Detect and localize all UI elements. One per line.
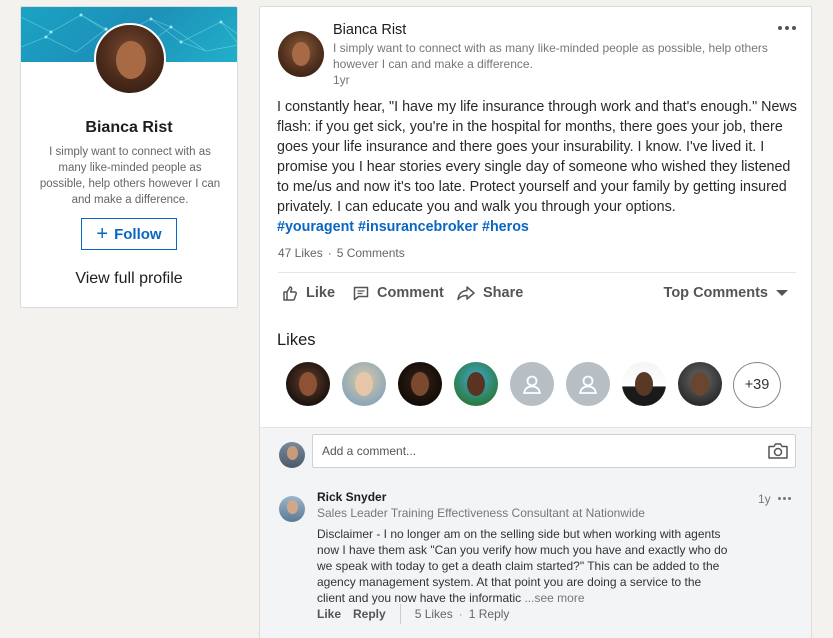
post-text: I constantly hear, "I have my life insur… <box>277 99 797 215</box>
follow-label: Follow <box>114 225 162 243</box>
comment-likes-count[interactable]: 5 Likes <box>415 607 453 621</box>
caret-down-icon <box>776 290 788 296</box>
comment-text: Disclaimer - I no longer am on the selli… <box>317 526 732 606</box>
social-counts: 47 Likes · 5 Comments <box>278 246 405 260</box>
comments-area: Add a comment... Rick Snyder Sales Leade… <box>260 427 811 638</box>
liker-avatar[interactable] <box>342 362 386 406</box>
liker-avatar-placeholder[interactable] <box>566 362 610 406</box>
post-timestamp: 1yr <box>333 73 350 87</box>
liker-avatar[interactable] <box>622 362 666 406</box>
see-more-link[interactable]: ...see more <box>524 591 584 605</box>
post-author-name[interactable]: Bianca Rist <box>333 22 406 38</box>
commenter-headline: Sales Leader Training Effectiveness Cons… <box>317 506 645 520</box>
share-label: Share <box>483 285 524 301</box>
divider <box>278 272 796 273</box>
comment-reply-button[interactable]: Reply <box>353 607 386 621</box>
comment-label: Comment <box>377 285 444 301</box>
profile-card: Bianca Rist I simply want to connect wit… <box>20 6 238 308</box>
person-icon <box>578 375 598 394</box>
likes-section-title: Likes <box>277 331 316 349</box>
share-button[interactable]: Share <box>457 279 523 307</box>
liker-avatar[interactable] <box>398 362 442 406</box>
more-options-icon[interactable] <box>778 21 800 35</box>
person-icon <box>522 375 542 394</box>
share-icon <box>457 286 475 301</box>
comment-button[interactable]: Comment <box>353 279 444 307</box>
comment-like-button[interactable]: Like <box>317 607 341 621</box>
commenter-avatar[interactable] <box>279 496 305 522</box>
camera-icon[interactable] <box>767 442 789 460</box>
profile-name[interactable]: Bianca Rist <box>21 119 237 137</box>
liker-avatar[interactable] <box>454 362 498 406</box>
post-card: Bianca Rist I simply want to connect wit… <box>259 6 812 638</box>
comment-input[interactable]: Add a comment... <box>312 434 796 468</box>
view-full-profile-link[interactable]: View full profile <box>21 270 237 288</box>
comment-icon <box>353 286 369 301</box>
liker-avatar-placeholder[interactable] <box>510 362 554 406</box>
comment-placeholder: Add a comment... <box>322 444 417 458</box>
like-button[interactable]: Like <box>282 279 335 307</box>
comment-more-icon[interactable] <box>778 497 791 500</box>
commenter-name[interactable]: Rick Snyder <box>317 490 386 504</box>
divider <box>399 604 401 624</box>
comment-body: Disclaimer - I no longer am on the selli… <box>317 527 728 605</box>
post-body: I constantly hear, "I have my life insur… <box>277 97 797 237</box>
action-bar: Like Comment Share Top Comments <box>278 279 796 307</box>
liker-avatar[interactable] <box>286 362 330 406</box>
comment-replies-count[interactable]: 1 Reply <box>469 607 510 621</box>
likes-count[interactable]: 47 Likes <box>278 246 323 260</box>
plus-icon: + <box>96 223 109 245</box>
profile-avatar[interactable] <box>94 23 166 95</box>
post-author-avatar[interactable] <box>278 31 324 77</box>
follow-button[interactable]: + Follow <box>81 218 177 250</box>
more-likers-button[interactable]: +39 <box>733 362 781 408</box>
sort-comments-dropdown[interactable]: Top Comments <box>664 279 788 307</box>
liker-avatar[interactable] <box>678 362 722 406</box>
comment-actions: Like Reply 5 Likes · 1 Reply <box>317 604 509 624</box>
like-label: Like <box>306 285 336 301</box>
profile-headline: I simply want to connect with as many li… <box>39 146 221 206</box>
current-user-avatar <box>279 442 305 468</box>
sort-label: Top Comments <box>663 285 768 301</box>
thumbs-up-icon <box>283 286 298 301</box>
post-hashtags[interactable]: #youragent #insurancebroker #heros <box>277 219 529 235</box>
comment-timestamp: 1y <box>758 492 771 506</box>
comments-count[interactable]: 5 Comments <box>337 246 405 260</box>
post-author-headline: I simply want to connect with as many li… <box>333 41 768 71</box>
